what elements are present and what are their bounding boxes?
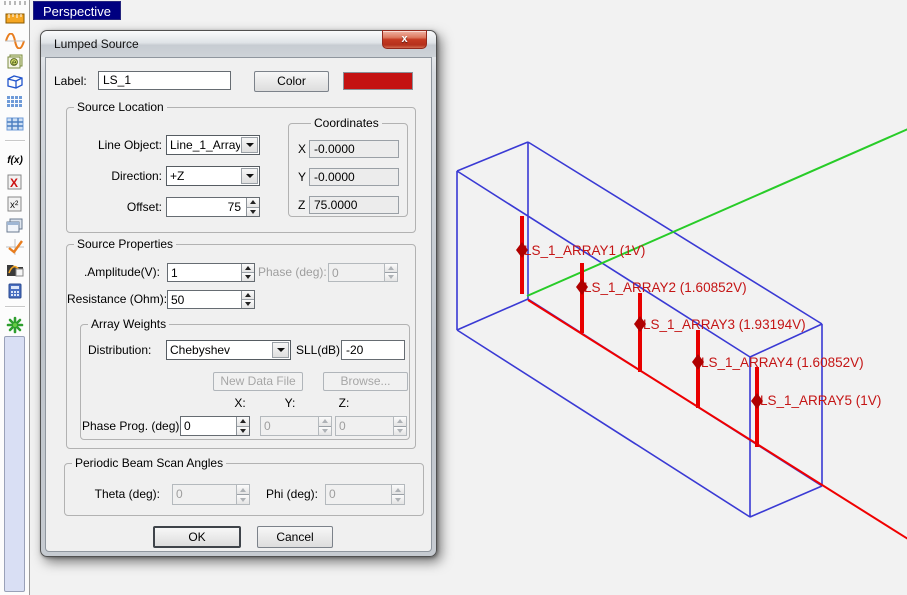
dialog-client-area: Label: LS_1 Color Source Location Line O… xyxy=(45,57,432,552)
source-properties-title: Source Properties xyxy=(74,237,176,251)
color-button[interactable]: Color xyxy=(254,71,329,92)
amplitude-spinner[interactable]: 1 xyxy=(167,263,255,282)
distribution-combo[interactable]: Chebyshev xyxy=(166,340,291,360)
spin-down-icon xyxy=(392,494,404,504)
source-location-title: Source Location xyxy=(74,100,167,114)
cancel-button[interactable]: Cancel xyxy=(257,526,333,548)
periodic-beam-scan-group: Periodic Beam Scan Angles Theta (deg): 0… xyxy=(64,463,424,516)
phi-spinner: 0 xyxy=(325,484,405,505)
line-object-label: Line Object: xyxy=(67,135,162,155)
phase-prog-x-col-label: X: xyxy=(230,396,250,410)
spin-up-icon xyxy=(385,264,397,272)
spin-up-icon[interactable] xyxy=(247,198,259,207)
coordinates-title: Coordinates xyxy=(311,116,382,130)
resistance-spinner[interactable]: 50 xyxy=(167,290,255,309)
source-labels: LS_1_ARRAY1 (1V) LS_1_ARRAY2 (1.60852V) … xyxy=(524,243,881,408)
spin-down-icon xyxy=(385,272,397,281)
offset-spinner[interactable]: 75 xyxy=(166,197,260,217)
offset-label: Offset: xyxy=(67,197,162,217)
spin-down-icon xyxy=(237,494,249,504)
array-weights-group: Array Weights Distribution: Chebyshev SL… xyxy=(80,324,410,440)
phase-prog-z-col-label: Z: xyxy=(334,396,354,410)
coord-x-value: -0.0000 xyxy=(309,140,399,158)
chevron-down-icon[interactable] xyxy=(241,137,258,153)
chevron-down-icon[interactable] xyxy=(272,342,289,358)
sll-label: SLL(dB): xyxy=(296,340,343,360)
source-label-4: LS_1_ARRAY4 (1.60852V) xyxy=(701,355,864,370)
periodic-beam-scan-title: Periodic Beam Scan Angles xyxy=(72,456,226,470)
phase-prog-z-spinner: 0 xyxy=(335,416,407,436)
dialog-title: Lumped Source xyxy=(54,37,139,51)
spin-down-icon[interactable] xyxy=(242,299,254,308)
color-swatch[interactable] xyxy=(343,72,413,90)
ok-button[interactable]: OK xyxy=(153,526,241,548)
source-location-group: Source Location Line Object: Line_1_Arra… xyxy=(66,107,416,233)
source-label-2: LS_1_ARRAY2 (1.60852V) xyxy=(584,280,747,295)
phase-prog-y-spinner: 0 xyxy=(260,416,332,436)
spin-up-icon[interactable] xyxy=(242,291,254,299)
source-properties-group: Source Properties .Amplitude(V): 1 Phase… xyxy=(66,244,416,449)
spin-down-icon xyxy=(319,426,331,436)
spin-up-icon xyxy=(237,485,249,494)
phase-prog-x-spinner[interactable]: 0 xyxy=(180,416,250,436)
coordinates-group: Coordinates X -0.0000 Y -0.0000 Z 75.000… xyxy=(288,123,408,217)
direction-label: Direction: xyxy=(67,166,162,186)
spin-up-icon xyxy=(319,417,331,426)
source-label-1: LS_1_ARRAY1 (1V) xyxy=(524,243,645,258)
theta-label: Theta (deg): xyxy=(65,484,160,505)
phase-prog-y-col-label: Y: xyxy=(280,396,300,410)
coord-x-label: X xyxy=(298,140,306,158)
distribution-label: Distribution: xyxy=(88,340,151,360)
spin-up-icon xyxy=(394,417,406,426)
spin-down-icon[interactable] xyxy=(237,426,249,436)
browse-button: Browse... xyxy=(323,372,408,391)
array-weights-title: Array Weights xyxy=(88,317,169,331)
dialog-titlebar[interactable]: Lumped Source xyxy=(41,31,436,57)
phase-prog-label: Phase Prog. (deg): xyxy=(82,416,176,436)
coord-z-value: 75.0000 xyxy=(309,196,399,214)
source-label-5: LS_1_ARRAY5 (1V) xyxy=(760,393,881,408)
spin-down-icon[interactable] xyxy=(242,272,254,281)
spin-up-icon[interactable] xyxy=(242,264,254,272)
amplitude-label: .Amplitude(V): xyxy=(67,263,160,282)
tab-perspective[interactable]: Perspective xyxy=(33,1,121,20)
spin-up-icon[interactable] xyxy=(237,417,249,426)
resistance-label: Resistance (Ohm): xyxy=(67,290,160,309)
chevron-down-icon[interactable] xyxy=(241,168,258,184)
sll-input[interactable]: -20 xyxy=(341,340,405,360)
new-data-file-button: New Data File xyxy=(213,372,303,391)
source-label-3: LS_1_ARRAY3 (1.93194V) xyxy=(643,317,806,332)
coord-z-label: Z xyxy=(298,196,305,214)
phi-label: Phi (deg): xyxy=(251,484,318,505)
label-field-label: Label: xyxy=(54,74,87,88)
spin-down-icon[interactable] xyxy=(247,207,259,217)
coord-y-label: Y xyxy=(298,168,306,186)
label-input[interactable]: LS_1 xyxy=(98,71,231,90)
phase-label: Phase (deg): xyxy=(258,263,322,282)
close-icon[interactable]: x xyxy=(382,30,427,49)
spin-down-icon xyxy=(394,426,406,436)
lumped-source-dialog: Lumped Source x Label: LS_1 Color Source… xyxy=(40,30,437,557)
coord-y-value: -0.0000 xyxy=(309,168,399,186)
direction-combo[interactable]: +Z xyxy=(166,166,260,186)
theta-spinner: 0 xyxy=(172,484,250,505)
spin-up-icon xyxy=(392,485,404,494)
phase-spinner: 0 xyxy=(328,263,398,282)
line-object-combo[interactable]: Line_1_Array xyxy=(166,135,260,155)
